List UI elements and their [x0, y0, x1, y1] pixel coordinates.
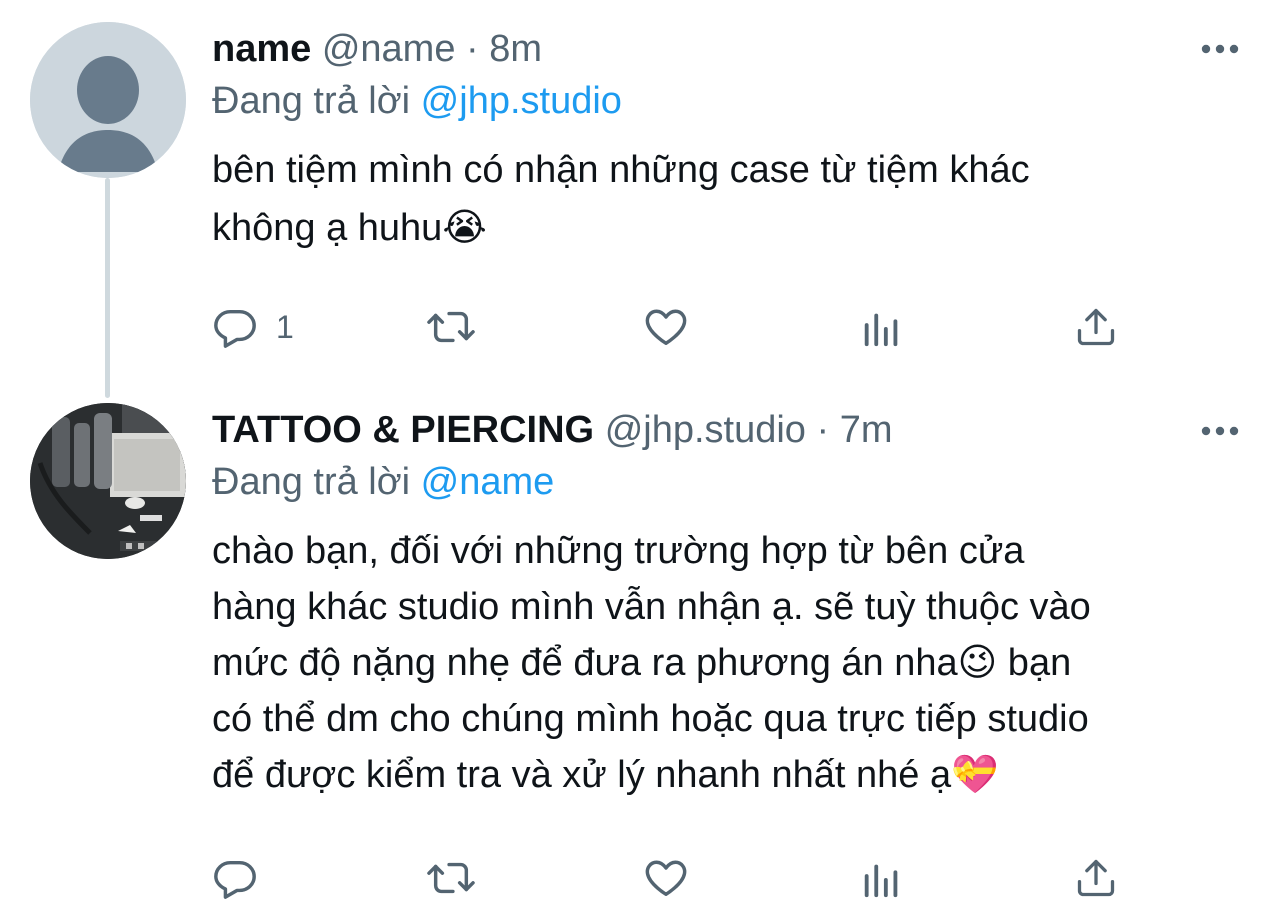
- reply-button[interactable]: [212, 853, 276, 903]
- timestamp[interactable]: 8m: [489, 28, 542, 70]
- reply-button[interactable]: 1: [212, 302, 294, 352]
- display-name[interactable]: TATTOO & PIERCING: [212, 409, 594, 451]
- more-dots-icon: [1201, 44, 1239, 54]
- reply-icon: [214, 860, 256, 899]
- tweet-actions: 1: [212, 302, 1132, 352]
- tweet-text: chào bạn, đối với những trường hợp từ bê…: [212, 523, 1262, 803]
- replying-to-label: Đang trả lời: [212, 461, 411, 503]
- share-icon: [1077, 859, 1115, 897]
- separator-dot: ·: [466, 28, 479, 70]
- mention-link[interactable]: @jhp.studio: [421, 80, 622, 122]
- tweet-header: TATTOO & PIERCING @jhp.studio · 7m: [212, 407, 893, 453]
- analytics-button[interactable]: [860, 302, 904, 352]
- like-button[interactable]: [642, 302, 690, 352]
- analytics-icon: [864, 313, 898, 347]
- retweet-icon: [427, 862, 475, 894]
- share-icon: [1077, 308, 1115, 346]
- more-options-button[interactable]: [1200, 424, 1240, 436]
- timestamp[interactable]: 7m: [840, 409, 893, 451]
- retweet-icon: [427, 311, 475, 343]
- more-options-button[interactable]: [1200, 42, 1240, 54]
- tweet-text-line: mức độ nặng nhẹ để đưa ra phương án nha😉…: [212, 642, 1072, 684]
- like-icon: [645, 309, 687, 346]
- avatar[interactable]: [30, 22, 186, 178]
- replying-to-label: Đang trả lời: [212, 80, 411, 122]
- tweet-text-line: để được kiểm tra và xử lý nhanh nhất nhé…: [212, 754, 999, 796]
- retweet-button[interactable]: [426, 853, 476, 903]
- tweet-text-line: hàng khác studio mình vẫn nhận ạ. sẽ tuỳ…: [212, 586, 1091, 628]
- share-button[interactable]: [1074, 302, 1118, 352]
- tweet-reply-from-name[interactable]: name @name · 8m Đang trả lời @jhp.studio…: [0, 0, 1284, 390]
- analytics-button[interactable]: [860, 853, 904, 903]
- analytics-icon: [864, 864, 898, 898]
- retweet-button[interactable]: [426, 302, 476, 352]
- reply-icon: [214, 309, 256, 348]
- like-button[interactable]: [642, 853, 690, 903]
- default-avatar-icon: [30, 22, 186, 178]
- replying-to: Đang trả lời @jhp.studio: [212, 78, 622, 124]
- tweet-text-line: không ạ huhu😭: [212, 207, 487, 249]
- tweet-text-line: bên tiệm mình có nhận những case từ tiệm…: [212, 149, 1030, 191]
- separator-dot: ·: [816, 409, 830, 451]
- tweet-text-line: chào bạn, đối với những trường hợp từ bê…: [212, 530, 1025, 572]
- user-handle[interactable]: @name: [322, 28, 456, 70]
- tweet-header: name @name · 8m: [212, 26, 542, 72]
- studio-photo-avatar: [30, 403, 186, 559]
- replying-to: Đang trả lời @name: [212, 459, 554, 505]
- tweet-text: bên tiệm mình có nhận những case từ tiệm…: [212, 141, 1262, 257]
- like-icon: [645, 860, 687, 897]
- avatar[interactable]: [30, 403, 186, 559]
- tweet-text-line: có thể dm cho chúng mình hoặc qua trực t…: [212, 698, 1089, 740]
- user-handle[interactable]: @jhp.studio: [605, 409, 806, 451]
- reply-count: 1: [276, 308, 294, 345]
- more-dots-icon: [1201, 426, 1239, 436]
- mention-link[interactable]: @name: [421, 461, 555, 503]
- tweet-actions: [212, 853, 1132, 903]
- share-button[interactable]: [1074, 853, 1118, 903]
- tweet-reply-from-studio[interactable]: TATTOO & PIERCING @jhp.studio · 7m Đang …: [0, 390, 1284, 918]
- display-name[interactable]: name: [212, 28, 311, 70]
